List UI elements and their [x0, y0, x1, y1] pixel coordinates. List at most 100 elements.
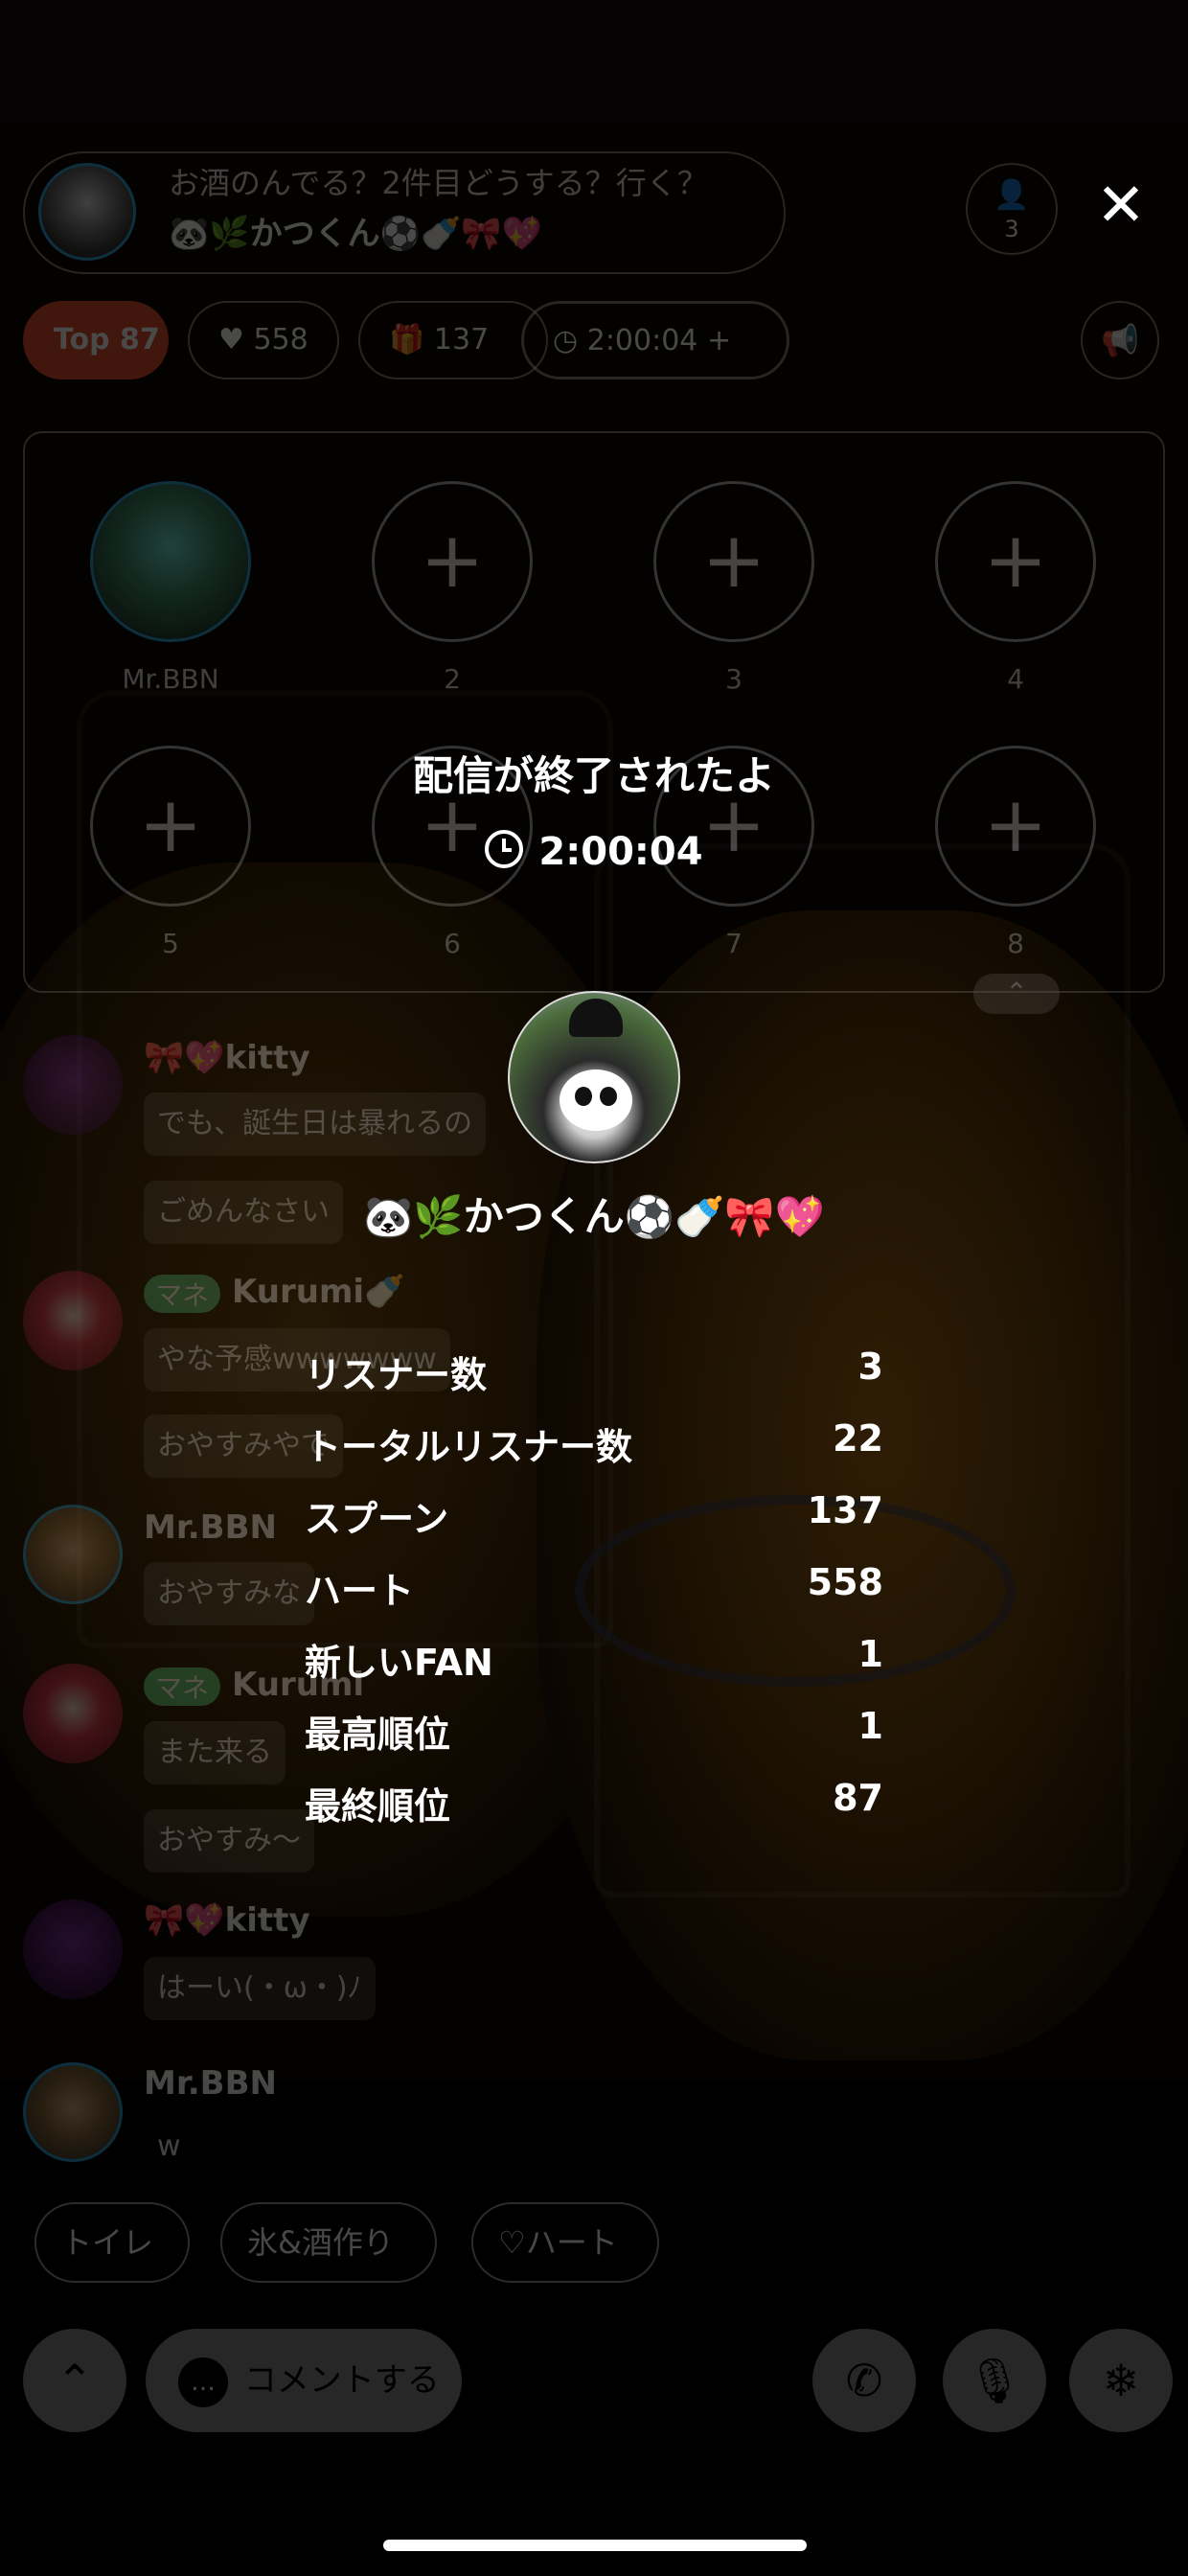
chevron-up-icon: ⌃ — [56, 2355, 94, 2406]
plus-icon: + — [420, 516, 485, 605]
seat-7-label: 7 — [725, 928, 742, 959]
stat-row-best-rank: 最高順位 1 — [305, 1705, 883, 1777]
close-button[interactable]: ✕ — [1092, 175, 1150, 235]
manager-badge: マネ — [144, 1667, 221, 1706]
duration-value: 2:00:04 — [538, 830, 703, 874]
seat-1-avatar[interactable] — [90, 481, 251, 642]
stat-row-listeners: リスナー数 3 — [305, 1346, 883, 1417]
stat-value: 87 — [833, 1777, 883, 1819]
stat-label: 新しいFAN — [305, 1642, 493, 1684]
expand-button[interactable]: ⌃ — [23, 2329, 126, 2432]
broadcast-ended-title: 配信が終了されたよ — [412, 752, 775, 799]
seat-2-add-button[interactable]: + — [372, 481, 533, 642]
chat-message: w — [157, 2129, 181, 2163]
chat-username: Mr.BBN — [144, 1508, 277, 1547]
chat-avatar[interactable] — [23, 2062, 123, 2162]
quick-reply-button[interactable]: 氷&酒作り — [220, 2202, 437, 2283]
stat-value: 22 — [833, 1417, 883, 1460]
chat-message: でも、誕生日は暴れるの — [144, 1092, 487, 1156]
chat-avatar[interactable] — [23, 1664, 123, 1763]
heart-count: 558 — [253, 323, 308, 356]
spoon-count: 137 — [433, 323, 490, 356]
seat-5-label: 5 — [162, 928, 179, 959]
comment-label: コメントする — [243, 2361, 440, 2400]
chat-username: Mr.BBN — [144, 2064, 277, 2103]
timer-value: 2:00:04 — [586, 324, 698, 357]
rank-label: Top — [54, 323, 110, 356]
heart-icon: ♥ — [218, 323, 244, 356]
quick-reply-button[interactable]: トイレ — [34, 2202, 190, 2283]
heart-count-chip[interactable]: ♥ 558 — [188, 301, 339, 380]
seat-4-add-button[interactable]: + — [935, 481, 1096, 642]
stat-label: 最高順位 — [305, 1714, 451, 1756]
stat-label: ハート — [305, 1570, 415, 1612]
call-button[interactable]: ✆ — [812, 2329, 916, 2432]
chat-username-text: Kurumi🍼 — [232, 1273, 405, 1311]
stat-label: 最終順位 — [305, 1785, 451, 1828]
comment-icon: … — [178, 2357, 228, 2407]
chat-avatar[interactable] — [23, 1505, 123, 1604]
chat-message: おやすみな — [144, 1562, 314, 1625]
host-avatar-small[interactable] — [38, 163, 136, 261]
seat-3-label: 3 — [725, 663, 742, 695]
collapse-seats-button[interactable]: ⌃ — [973, 974, 1060, 1014]
stat-row-new-fans: 新しいFAN 1 — [305, 1633, 883, 1705]
chat-username: 🎀💖kitty — [144, 1039, 310, 1077]
stat-row-total-listeners: トータルリスナー数 22 — [305, 1417, 883, 1489]
stat-row-final-rank: 最終順位 87 — [305, 1777, 883, 1849]
clock-icon: ◷ — [553, 324, 579, 357]
phone-icon: ✆ — [845, 2355, 883, 2406]
chat-username: 🎀💖kitty — [144, 1901, 310, 1940]
quick-reply-button[interactable]: ♡ハート — [471, 2202, 659, 2283]
mic-button[interactable]: 🎙 — [943, 2329, 1046, 2432]
spoon-count-chip[interactable]: 🎁 137 — [358, 301, 548, 380]
chat-message: はーい(・ω・)ﾉ — [144, 1957, 376, 2020]
microphone-icon: 🎙 — [966, 2355, 1023, 2406]
stat-label: スプーン — [305, 1498, 449, 1540]
clock-icon — [485, 830, 524, 868]
seat-1-label: Mr.BBN — [122, 663, 219, 695]
seat-6-label: 6 — [444, 928, 461, 959]
timer-chip[interactable]: ◷ 2:00:04 + — [521, 301, 789, 380]
stat-row-spoons: スプーン 137 — [305, 1489, 883, 1561]
rank-value: 87 — [120, 323, 160, 356]
seat-4-label: 4 — [1007, 663, 1024, 695]
stat-value: 558 — [807, 1561, 883, 1603]
home-indicator[interactable] — [383, 2540, 807, 2551]
manager-badge: マネ — [144, 1274, 221, 1313]
listener-count-button[interactable]: 👤 3 — [966, 163, 1058, 255]
plus-icon: + — [983, 516, 1048, 605]
chat-message: おやすみ〜 — [144, 1809, 314, 1873]
live-title: お酒のんでる？2件目どうする？行く？ — [169, 165, 708, 201]
listener-count: 3 — [1004, 216, 1019, 242]
comment-button[interactable]: … コメントする — [146, 2329, 462, 2432]
plus-icon: + — [701, 516, 766, 605]
chat-message: また来る — [144, 1721, 286, 1784]
chat-avatar[interactable] — [23, 1271, 123, 1370]
seat-panel: Mr.BBN + 2 + 3 + 4 + 5 + 6 + 7 + 8 — [23, 431, 1165, 993]
freeze-button[interactable]: ❄ — [1069, 2329, 1173, 2432]
stat-label: トータルリスナー数 — [305, 1426, 633, 1468]
seat-3-add-button[interactable]: + — [653, 481, 814, 642]
host-avatar — [508, 991, 680, 1163]
stat-row-hearts: ハート 558 — [305, 1561, 883, 1633]
broadcast-duration: 2:00:04 — [0, 830, 1188, 874]
chat-avatar[interactable] — [23, 1899, 123, 1999]
snowflake-icon: ❄ — [1102, 2355, 1140, 2406]
seat-2-label: 2 — [444, 663, 461, 695]
stat-label: リスナー数 — [305, 1354, 488, 1396]
chat-username: マネ Kurumi🍼 — [144, 1273, 404, 1313]
stat-value: 1 — [857, 1633, 883, 1675]
megaphone-icon: 📢 — [1101, 322, 1139, 358]
stat-value: 3 — [857, 1346, 883, 1388]
broadcast-stats: リスナー数 3 トータルリスナー数 22 スプーン 137 ハート 558 新し… — [305, 1346, 883, 1849]
megaphone-button[interactable]: 📢 — [1081, 301, 1159, 380]
add-time-icon: + — [706, 324, 732, 357]
seat-8-label: 8 — [1007, 928, 1024, 959]
close-icon: ✕ — [1096, 170, 1146, 240]
chat-avatar[interactable] — [23, 1035, 123, 1135]
rank-badge[interactable]: Top 87 — [23, 301, 169, 380]
live-room-background-ui: お酒のんでる？2件目どうする？行く？ 🐼🌿かつくん⚽️🍼🎀💖 👤 3 Top 8… — [0, 0, 1188, 2576]
person-icon: 👤 — [994, 178, 1030, 212]
chevron-up-icon: ⌃ — [1005, 977, 1028, 1008]
